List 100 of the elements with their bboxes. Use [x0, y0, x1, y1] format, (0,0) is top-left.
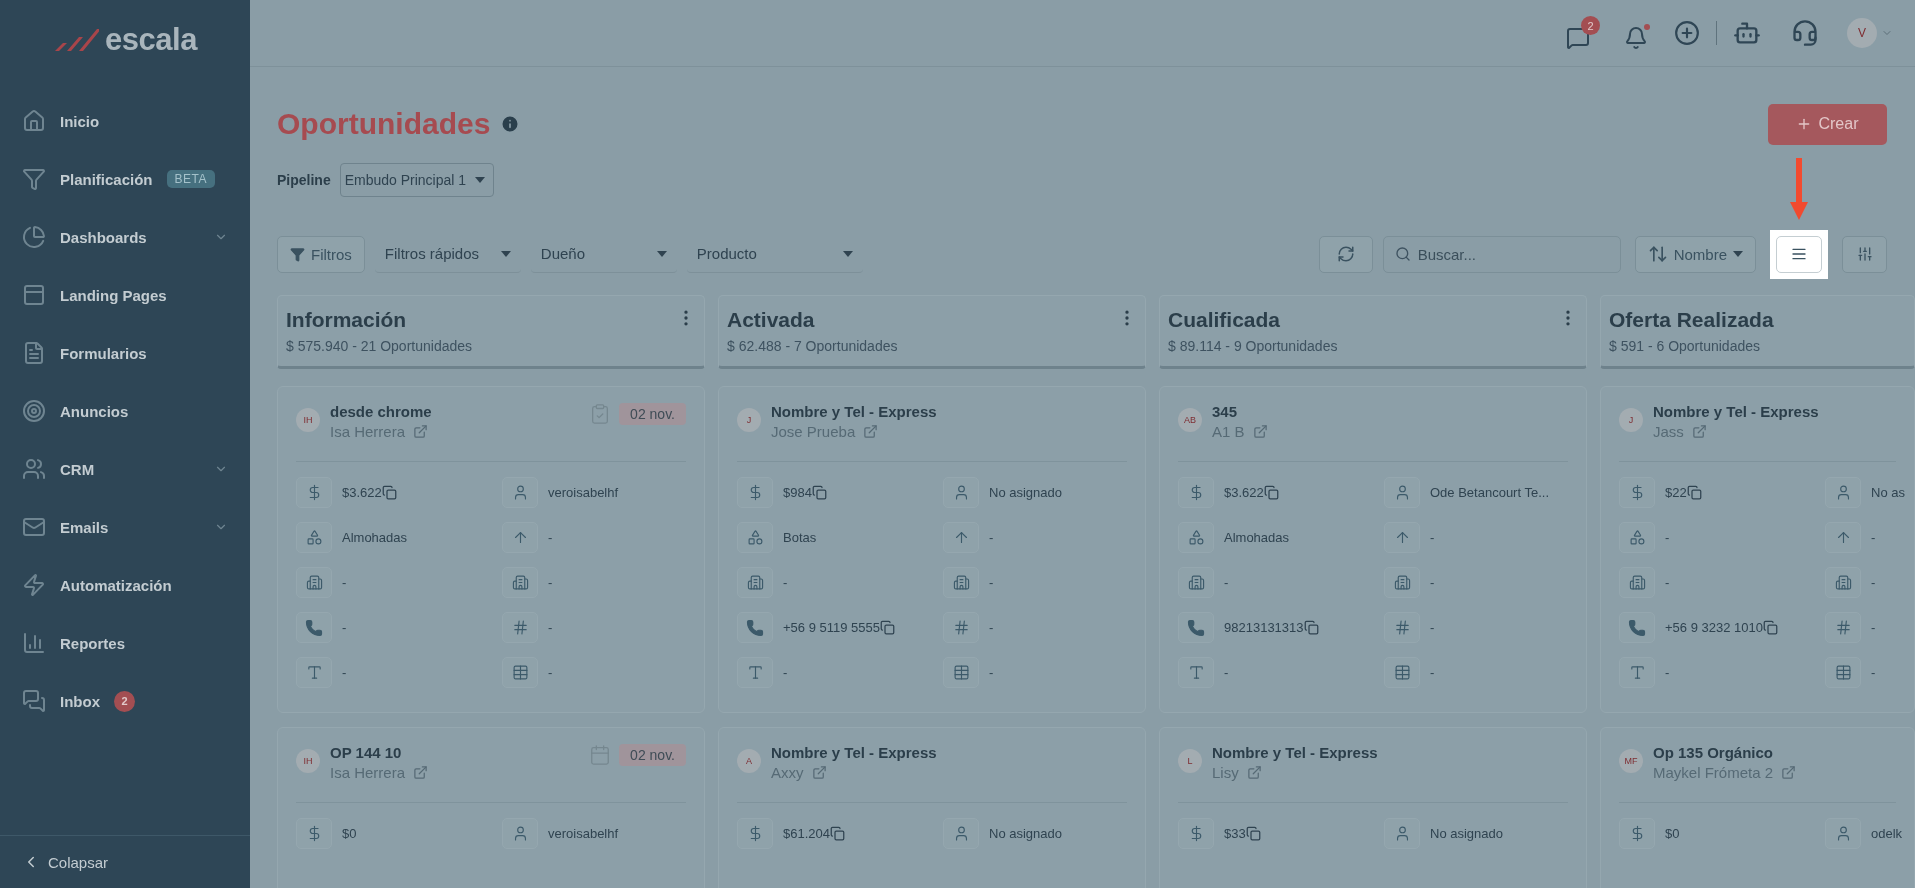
funnel-icon [290, 246, 305, 262]
list-view-button[interactable] [1776, 235, 1822, 273]
external-link-icon[interactable] [413, 424, 429, 439]
quick-filters-select[interactable]: Filtros rápidos [374, 235, 521, 273]
shapes-icon [737, 522, 773, 553]
bell-icon [1624, 26, 1648, 50]
external-link-icon[interactable] [811, 765, 827, 780]
pipeline-select[interactable]: Embudo Principal 1 [339, 163, 494, 197]
copy-icon[interactable] [1303, 620, 1319, 635]
building-icon [296, 567, 332, 598]
copy-icon[interactable] [830, 826, 845, 841]
copy-icon[interactable] [1245, 826, 1261, 841]
field-value: - [1665, 575, 1670, 590]
sidebar-item[interactable]: Reportes [0, 614, 250, 672]
field-value: No as [1871, 485, 1905, 500]
avatar-initials: J [737, 408, 761, 432]
logo-icon [53, 27, 100, 53]
envelope-icon [22, 515, 46, 539]
collapse-button[interactable]: Colapsar [0, 835, 250, 888]
count-badge: 2 [114, 690, 135, 712]
settings-button[interactable] [1842, 235, 1887, 273]
pipeline-label: Pipeline [277, 172, 331, 188]
field-value: +56 9 5119 5555 [783, 620, 880, 635]
caret-icon [656, 250, 667, 257]
column-title: Activada [727, 308, 816, 332]
external-link-icon[interactable] [863, 424, 879, 439]
sidebar-item[interactable]: Planificación BETA [0, 150, 250, 208]
copy-icon[interactable] [811, 485, 827, 500]
search-field[interactable]: Buscar... [1382, 235, 1621, 273]
field-value: - [783, 665, 788, 680]
phone-icon [296, 612, 332, 643]
external-link-icon[interactable] [1246, 765, 1262, 780]
deal-title: Nombre y Tel - Express [771, 403, 937, 420]
arrow-up-icon [1384, 522, 1420, 553]
sidebar-item[interactable]: Automatización [0, 556, 250, 614]
nav-label: Automatización [60, 576, 172, 594]
person-icon [502, 477, 538, 508]
field-value: - [783, 575, 788, 590]
add-icon[interactable] [1674, 20, 1700, 46]
caret-icon [842, 250, 853, 257]
sidebar-item[interactable]: Anuncios [0, 382, 250, 440]
person-icon [502, 818, 538, 849]
chat-button[interactable]: 2 [1566, 16, 1600, 50]
column-summary: $ 89.114 - 9 Oportunidades [1168, 338, 1338, 354]
sort-button[interactable]: Nombre [1634, 235, 1756, 273]
copy-icon[interactable] [1686, 485, 1702, 500]
sidebar-item[interactable]: Emails [0, 498, 250, 556]
building-icon [1384, 567, 1420, 598]
sidebar-item[interactable]: Formularios [0, 324, 250, 382]
field-value: - [342, 665, 347, 680]
field-value: - [548, 665, 553, 680]
external-link-icon[interactable] [1252, 424, 1268, 439]
sidebar-item[interactable]: Inicio [0, 92, 250, 150]
nav-label: Dashboards [60, 228, 147, 246]
avatar-initials: IH [296, 749, 320, 773]
table-icon [502, 657, 538, 688]
copy-icon[interactable] [1762, 620, 1778, 635]
deal-title: OP 144 10 [330, 744, 403, 761]
filters-button[interactable]: Filtros [277, 235, 365, 273]
external-link-icon[interactable] [1781, 765, 1797, 780]
sidebar-item[interactable]: Inbox 2 [0, 672, 250, 730]
table-icon [943, 657, 979, 688]
owner-select[interactable]: Dueño [530, 235, 677, 273]
field-value: - [989, 530, 994, 545]
create-button[interactable]: Crear [1768, 103, 1887, 145]
support-icon[interactable] [1791, 19, 1819, 47]
field-value: $0 [342, 826, 357, 841]
text-icon [296, 657, 332, 688]
column-title: Cualificada [1168, 308, 1282, 332]
person-icon [1384, 818, 1420, 849]
deal-title: desde chrome [330, 403, 432, 420]
field-value: $22 [1665, 485, 1687, 500]
copy-icon[interactable] [381, 485, 397, 500]
sidebar-item[interactable]: Dashboards [0, 208, 250, 266]
sidebar-item[interactable]: CRM [0, 440, 250, 498]
dollar-icon [1619, 818, 1655, 849]
sidebar-item[interactable]: Landing Pages [0, 266, 250, 324]
product-select[interactable]: Producto [686, 235, 863, 273]
field-value: $984 [783, 485, 812, 500]
count-badge: 2 [1581, 16, 1600, 35]
refresh-button[interactable] [1318, 235, 1373, 273]
column-summary: $ 575.940 - 21 Oportunidades [286, 338, 473, 354]
search-icon [1394, 245, 1411, 262]
field-value: $61.204 [783, 826, 830, 841]
copy-icon[interactable] [1263, 485, 1279, 500]
home-icon [22, 109, 46, 133]
field-value: - [1430, 665, 1435, 680]
copy-icon[interactable] [880, 620, 895, 635]
field-value: - [1871, 575, 1876, 590]
page-title: Oportunidades [277, 107, 491, 141]
deal-title: Nombre y Tel - Express [1212, 744, 1378, 761]
deal-title: Nombre y Tel - Express [771, 744, 937, 761]
external-link-icon[interactable] [1691, 424, 1707, 439]
field-value: odelk [1871, 826, 1903, 841]
info-icon[interactable] [500, 114, 521, 134]
external-link-icon[interactable] [413, 765, 429, 780]
table-icon [1825, 657, 1861, 688]
field-value: - [1665, 665, 1670, 680]
field-value: - [1871, 665, 1876, 680]
field-value: $0 [1665, 826, 1680, 841]
